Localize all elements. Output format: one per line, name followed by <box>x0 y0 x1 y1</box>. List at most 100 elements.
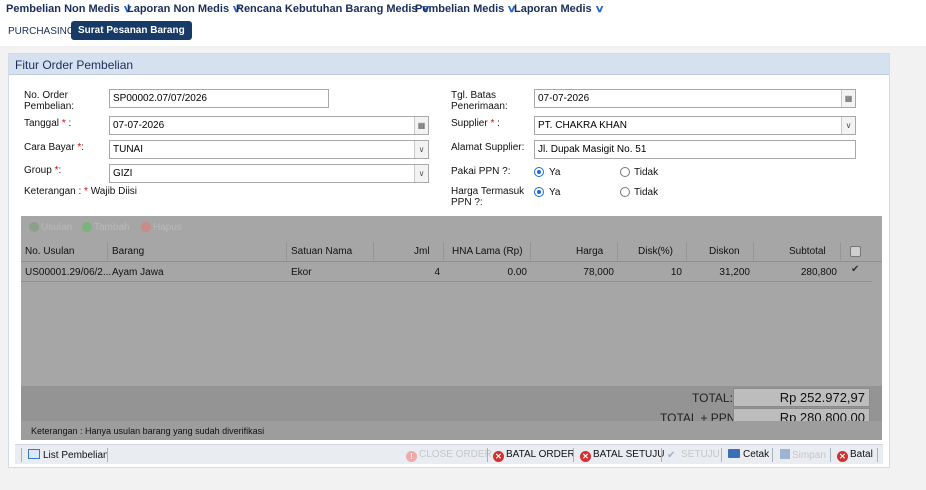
menu-pembelian-non-medis[interactable]: Pembelian Non Medis ∨ <box>6 3 132 15</box>
menu-label: Laporan Non Medis <box>127 3 230 15</box>
col-satuan[interactable]: Satuan Nama <box>291 246 352 257</box>
action-bar: List Pembelian ! CLOSE ORDER ✕ BATAL ORDER… <box>15 444 883 464</box>
cell-disk: 10 <box>670 267 682 278</box>
calendar-icon[interactable]: ▦ <box>414 117 428 134</box>
chevron-down-icon[interactable]: ∨ <box>414 165 428 182</box>
group-label: Group *: <box>24 165 61 176</box>
table-row[interactable]: US00001.29/06/2... Ayam Jawa Ekor 4 0.00… <box>21 262 872 282</box>
tgl-batas-label: Tgl. Batas Penerimaan: <box>451 90 508 112</box>
top-menu-bar: Pembelian Non Medis ∨ Laporan Non Medis ∨ … <box>0 0 926 18</box>
simpan-button[interactable]: Simpan <box>780 449 826 461</box>
batal-button[interactable]: ✕ Batal <box>837 449 873 462</box>
tanggal-label-text: Tanggal <box>24 118 60 129</box>
harga-ppn-ya-radio[interactable] <box>534 187 544 197</box>
supplier-label: Supplier * : <box>451 118 500 129</box>
usulan-icon <box>29 222 39 233</box>
chevron-down-icon[interactable]: ∨ <box>841 117 855 134</box>
tanggal-field[interactable]: 07-07-2026 ▦ <box>109 116 429 135</box>
group-select[interactable]: GIZI ∨ <box>109 164 429 183</box>
cetak-button[interactable]: Cetak <box>728 449 769 460</box>
menu-rencana-kebutuhan[interactable]: Rencana Kebutuhan Barang Medis ∨ <box>236 3 430 15</box>
col-diskon[interactable]: Diskon <box>709 246 740 257</box>
alamat-supplier-label: Alamat Supplier: <box>451 142 525 153</box>
cancel-icon: ✕ <box>837 451 848 462</box>
batal-label: Batal <box>850 449 873 460</box>
bar-sep <box>107 448 108 462</box>
keterangan-wajib: Keterangan : * Wajib Diisi <box>24 186 137 197</box>
panel-header: Fitur Order Pembelian <box>9 54 889 75</box>
harga-ppn-ya-label: Ya <box>549 187 561 198</box>
menu-laporan-non-medis[interactable]: Laporan Non Medis ∨ <box>127 3 242 15</box>
grid-note: Keterangan : Hanya usulan barang yang su… <box>31 426 265 436</box>
chevron-down-icon[interactable]: ∨ <box>414 141 428 158</box>
grid-header: No. Usulan Barang Satuan Nama Jml HNA La… <box>21 240 882 262</box>
tgl-batas-value: 07-07-2026 <box>538 93 590 104</box>
cara-bayar-select[interactable]: TUNAI ∨ <box>109 140 429 159</box>
close-order-button[interactable]: ! CLOSE ORDER <box>406 449 492 462</box>
list-icon <box>28 449 40 459</box>
no-order-field[interactable]: SP00002.07/07/2026 <box>109 89 329 108</box>
col-harga[interactable]: Harga <box>576 246 603 257</box>
cara-bayar-value: TUNAI <box>113 144 143 155</box>
ppn-ya-radio[interactable] <box>534 167 544 177</box>
approve-icon: ✔ <box>667 450 676 461</box>
bar-sep <box>721 448 722 462</box>
chevron-down-icon: ∨ <box>594 4 605 15</box>
grid-toolbar: Usulan Tambah Hapus <box>21 216 882 240</box>
wajib-text: Wajib Diisi <box>90 186 138 197</box>
cell-subtotal: 280,800 <box>800 267 837 278</box>
plus-icon <box>82 222 92 233</box>
cell-no-usulan: US00001.29/06/2... <box>25 267 112 278</box>
breadcrumb-section[interactable]: PURCHASING <box>8 26 75 37</box>
col-sep <box>753 242 754 260</box>
pakai-ppn-label: Pakai PPN ?: <box>451 166 511 177</box>
close-order-label: CLOSE ORDER <box>419 449 492 460</box>
warning-icon: ! <box>406 451 417 462</box>
menu-laporan-medis[interactable]: Laporan Medis ∨ <box>514 3 605 15</box>
cara-bayar-label-text: Cara Bayar <box>24 142 75 153</box>
printer-icon <box>728 449 740 458</box>
cell-harga: 78,000 <box>583 267 614 278</box>
col-subtotal[interactable]: Subtotal <box>789 246 826 257</box>
col-sep <box>686 242 687 260</box>
col-jml[interactable]: Jml <box>414 246 430 257</box>
menu-pembelian-medis[interactable]: Pembelian Medis ∨ <box>415 3 517 15</box>
batal-order-button[interactable]: ✕ BATAL ORDER <box>493 449 575 462</box>
usulan-button[interactable]: Usulan <box>29 222 72 233</box>
list-pembelian-button[interactable]: List Pembelian <box>28 449 109 461</box>
col-barang[interactable]: Barang <box>112 246 144 257</box>
supplier-select[interactable]: PT. CHAKRA KHAN ∨ <box>534 116 856 135</box>
batal-setuju-label: BATAL SETUJU <box>593 449 665 460</box>
breadcrumb-active-tab[interactable]: Surat Pesanan Barang <box>71 21 192 40</box>
setuju-button[interactable]: ✔ SETUJU <box>667 449 720 461</box>
no-order-label: No. Order Pembelian: <box>24 90 75 112</box>
select-all-checkbox[interactable] <box>850 246 861 257</box>
col-sep <box>443 242 444 260</box>
ppn-ya-label: Ya <box>549 167 561 178</box>
col-hna-lama[interactable]: HNA Lama (Rp) <box>452 246 523 257</box>
keterangan-label: Keterangan : <box>24 186 82 197</box>
row-checkbox[interactable] <box>850 264 861 277</box>
bar-sep <box>877 448 878 462</box>
bar-sep <box>487 448 488 462</box>
label-colon: : <box>494 118 500 129</box>
col-disk[interactable]: Disk(%) <box>638 246 673 257</box>
hapus-button[interactable]: Hapus <box>141 222 182 233</box>
bar-sep <box>772 448 773 462</box>
tgl-batas-field[interactable]: 07-07-2026 ▦ <box>534 89 856 108</box>
panel-title: Fitur Order Pembelian <box>15 58 134 72</box>
bar-sep <box>21 448 22 462</box>
harga-ppn-label: Harga Termasuk PPN ?: <box>451 186 525 208</box>
batal-setuju-button[interactable]: ✕ BATAL SETUJU <box>580 449 665 462</box>
alamat-supplier-field[interactable]: Jl. Dupak Masigit No. 51 <box>534 140 856 159</box>
cell-diskon: 31,200 <box>719 267 750 278</box>
calendar-icon[interactable]: ▦ <box>841 90 855 107</box>
cell-barang: Ayam Jawa <box>112 267 164 278</box>
harga-ppn-tidak-radio[interactable] <box>620 187 630 197</box>
hapus-label: Hapus <box>153 222 182 233</box>
menu-label: Pembelian Non Medis <box>6 3 120 15</box>
order-form-panel: Fitur Order Pembelian No. Order Pembelia… <box>8 53 890 468</box>
col-no-usulan[interactable]: No. Usulan <box>25 246 74 257</box>
tambah-button[interactable]: Tambah <box>82 222 130 233</box>
ppn-tidak-radio[interactable] <box>620 167 630 177</box>
